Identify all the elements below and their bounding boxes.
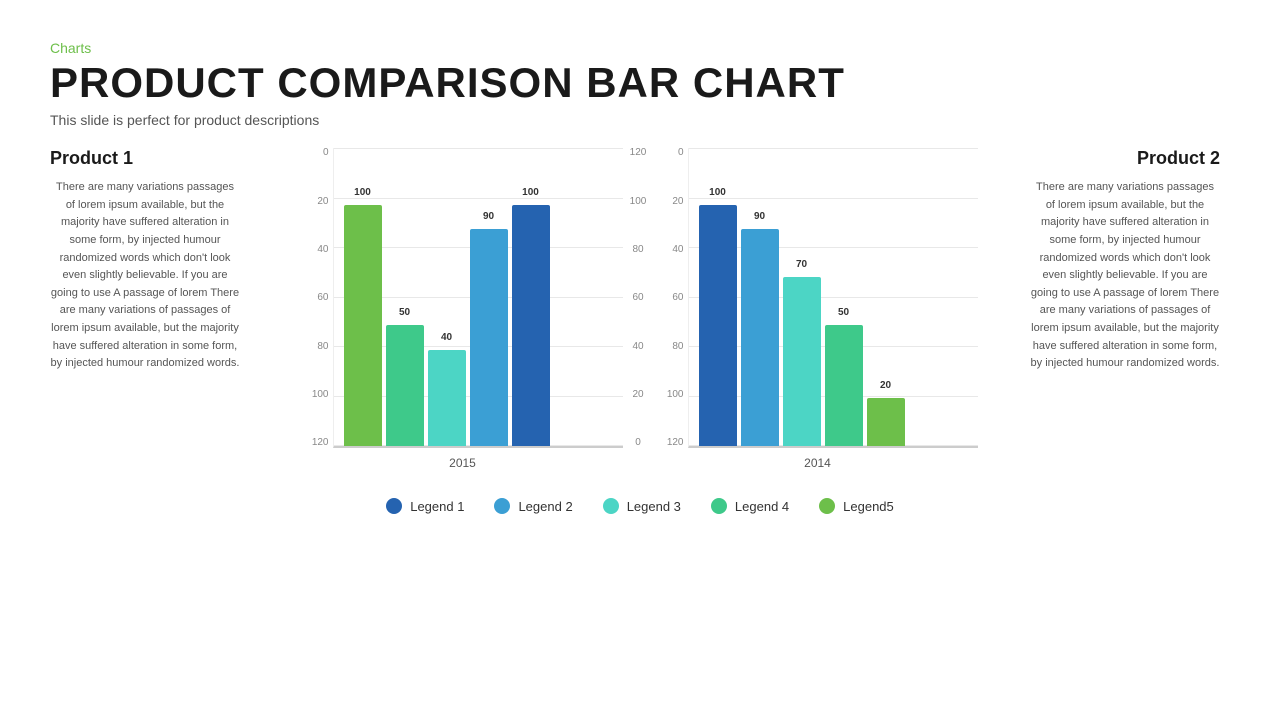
page-title: PRODUCT COMPARISON BAR CHART bbox=[50, 60, 1230, 106]
legend-label: Legend 1 bbox=[410, 499, 464, 514]
chart-2014: 120 100 80 60 40 20 0 bbox=[658, 148, 978, 478]
charts-area: 120 100 80 60 40 20 0 bbox=[250, 148, 1030, 514]
legend-dot bbox=[494, 498, 510, 514]
legend-dot bbox=[819, 498, 835, 514]
header-label: Charts bbox=[50, 40, 1230, 56]
legend-item: Legend5 bbox=[819, 498, 894, 514]
middle-divider: 0 20 40 60 80 100 120 bbox=[623, 148, 658, 478]
bar-group-2014: 10090705020 bbox=[699, 205, 905, 447]
legend-label: Legend 3 bbox=[627, 499, 681, 514]
product1-title: Product 1 bbox=[50, 148, 240, 169]
legend-dot bbox=[386, 498, 402, 514]
product1-text: There are many variations passages of lo… bbox=[50, 179, 240, 373]
product2-text: There are many variations passages of lo… bbox=[1030, 179, 1220, 373]
legend-item: Legend 2 bbox=[494, 498, 572, 514]
chart-2015: 120 100 80 60 40 20 0 bbox=[303, 148, 623, 478]
slide: Charts PRODUCT COMPARISON BAR CHART This… bbox=[0, 0, 1280, 720]
subtitle: This slide is perfect for product descri… bbox=[50, 112, 1230, 128]
y-axis-right: 120 100 80 60 40 20 0 bbox=[658, 148, 688, 448]
product1-section: Product 1 There are many variations pass… bbox=[50, 148, 250, 373]
bar-group: 100504090100 bbox=[344, 205, 550, 447]
year-2014: 2014 bbox=[804, 456, 831, 470]
legend-area: Legend 1 Legend 2 Legend 3 Legend 4 Legend5 bbox=[386, 498, 894, 514]
product2-section: Product 2 There are many variations pass… bbox=[1030, 148, 1230, 373]
legend-item: Legend 1 bbox=[386, 498, 464, 514]
bars-area-2015: 100504090100 bbox=[333, 148, 623, 448]
legend-label: Legend5 bbox=[843, 499, 894, 514]
bars-area-2014: 10090705020 bbox=[688, 148, 978, 448]
legend-dot bbox=[711, 498, 727, 514]
legend-item: Legend 4 bbox=[711, 498, 789, 514]
year-2015: 2015 bbox=[449, 456, 476, 470]
legend-dot bbox=[603, 498, 619, 514]
legend-item: Legend 3 bbox=[603, 498, 681, 514]
product2-title: Product 2 bbox=[1030, 148, 1220, 169]
legend-label: Legend 4 bbox=[735, 499, 789, 514]
legend-label: Legend 2 bbox=[518, 499, 572, 514]
y-axis-left: 120 100 80 60 40 20 0 bbox=[303, 148, 333, 448]
